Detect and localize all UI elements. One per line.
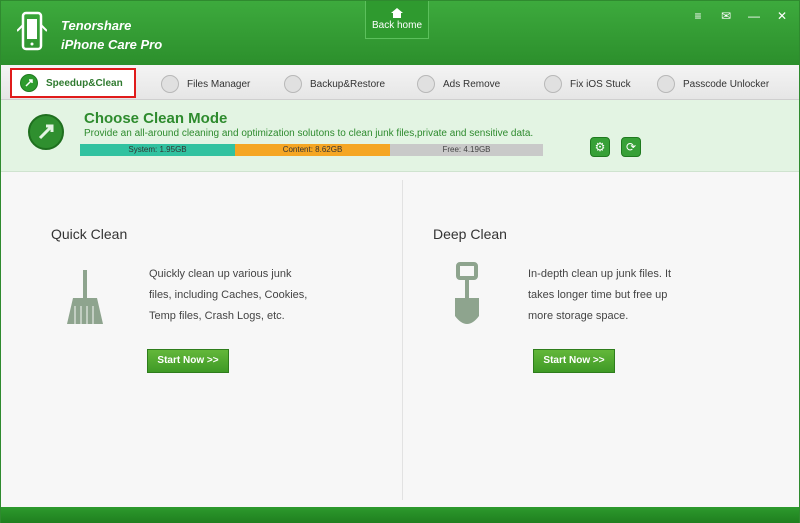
tab-files-manager[interactable]: Files Manager [161, 70, 250, 98]
desc-line: In-depth clean up junk files. It [528, 268, 672, 280]
phone-logo-icon [17, 11, 47, 51]
desc-line: more storage space. [528, 310, 629, 322]
main-tabs: Speedup&Clean Files Manager Backup&Resto… [1, 65, 799, 100]
status-bar [1, 507, 799, 523]
feedback-icon[interactable]: ✉ [719, 9, 733, 23]
desc-line: Temp files, Crash Logs, etc. [149, 310, 285, 322]
brand-name: Tenorshare [61, 18, 132, 33]
desc-line: Quickly clean up various junk [149, 268, 292, 280]
folder-icon [284, 75, 302, 93]
tab-fix-ios-stuck[interactable]: Fix iOS Stuck [544, 70, 631, 98]
key-icon [657, 75, 675, 93]
quick-clean-start-button[interactable]: Start Now >> [147, 349, 229, 373]
title-bar: Tenorshare iPhone Care Pro Back home ≡ ✉… [1, 1, 799, 65]
storage-content: Content: 8.62GB [235, 144, 390, 156]
home-icon [391, 8, 403, 18]
page-title: Choose Clean Mode [84, 110, 228, 127]
refresh-icon: ⟳ [625, 140, 637, 154]
deep-clean-start-button[interactable]: Start Now >> [533, 349, 615, 373]
menu-icon[interactable]: ≡ [691, 9, 705, 23]
quick-clean-title: Quick Clean [51, 226, 128, 242]
close-icon[interactable]: ✕ [775, 9, 789, 23]
desc-line: files, including Caches, Cookies, [149, 289, 308, 301]
tab-passcode-unlocker[interactable]: Passcode Unlocker [657, 70, 769, 98]
tab-ads-remove[interactable]: Ads Remove [417, 70, 500, 98]
window-controls: ≡ ✉ — ✕ [691, 9, 789, 23]
refresh-button[interactable]: ⟳ [621, 137, 641, 157]
tab-label: Passcode Unlocker [683, 78, 770, 90]
quick-clean-description: Quickly clean up various junk files, inc… [149, 264, 307, 327]
gear-icon: ⚙ [594, 140, 606, 154]
page-description: Provide an all-around cleaning and optim… [84, 128, 534, 139]
tab-backup-restore[interactable]: Backup&Restore [284, 70, 385, 98]
tab-speedup-clean[interactable]: Speedup&Clean [10, 68, 136, 98]
back-home-label: Back home [371, 20, 423, 31]
tab-label: Files Manager [187, 78, 251, 90]
app-window: Tenorshare iPhone Care Pro Back home ≡ ✉… [0, 0, 800, 523]
broom-icon [67, 270, 103, 324]
shovel-icon [455, 262, 479, 324]
main-content: Quick Clean Quickly clean up various jun… [1, 172, 799, 507]
clean-mode-panel: Choose Clean Mode Provide an all-around … [1, 100, 799, 172]
rocket-icon [28, 114, 64, 150]
storage-bar: System: 1.95GB Content: 8.62GB Free: 4.1… [80, 144, 543, 156]
deep-clean-description: In-depth clean up junk files. It takes l… [528, 264, 671, 327]
tab-label: Backup&Restore [310, 78, 386, 90]
minimize-icon[interactable]: — [747, 9, 761, 23]
desc-line: takes longer time but free up [528, 289, 668, 301]
deep-clean-title: Deep Clean [433, 226, 507, 242]
tab-label: Speedup&Clean [46, 77, 123, 89]
section-divider [402, 180, 403, 500]
refresh-icon [544, 75, 562, 93]
back-home-button[interactable]: Back home [365, 1, 429, 39]
storage-system: System: 1.95GB [80, 144, 235, 156]
trash-icon [417, 75, 435, 93]
file-icon [161, 75, 179, 93]
rocket-icon [20, 74, 38, 92]
settings-button[interactable]: ⚙ [590, 137, 610, 157]
tab-label: Ads Remove [443, 78, 501, 90]
tab-label: Fix iOS Stuck [570, 78, 631, 90]
storage-free: Free: 4.19GB [390, 144, 543, 156]
product-name: iPhone Care Pro [61, 37, 163, 52]
